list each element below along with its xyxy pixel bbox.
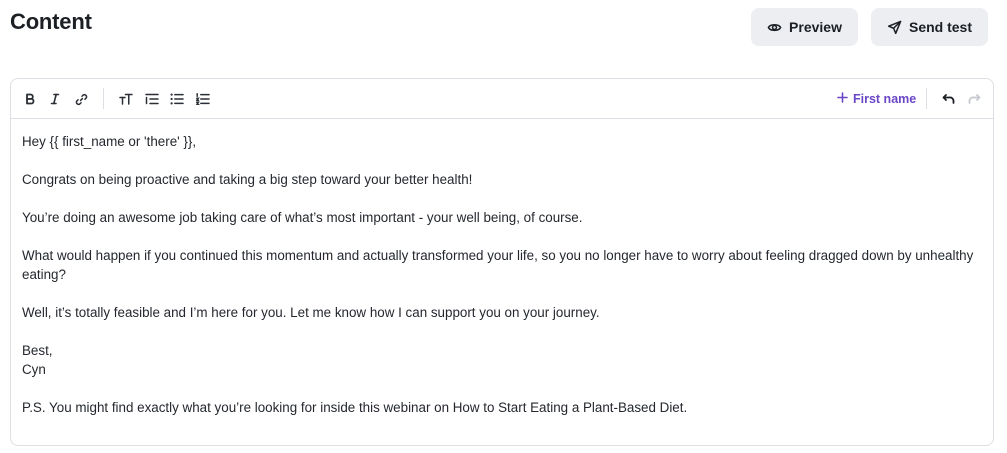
page-title: Content	[10, 9, 92, 34]
text-size-icon[interactable]	[115, 88, 137, 110]
italic-icon[interactable]	[44, 88, 66, 110]
greeting-line: Hey {{ first_name or 'there' }},	[22, 134, 197, 149]
insert-first-name-button[interactable]: First name	[837, 90, 916, 108]
signature-line: Cyn	[22, 362, 46, 377]
eye-icon	[767, 20, 782, 35]
body-paragraph: What would happen if you continued this …	[22, 248, 974, 282]
signoff-line: Best,	[22, 343, 53, 358]
send-test-button[interactable]: Send test	[871, 8, 988, 46]
body-paragraph: You’re doing an awesome job taking care …	[22, 210, 583, 225]
numbered-list-icon[interactable]	[192, 88, 214, 110]
first-name-label: First name	[853, 92, 917, 106]
preview-label: Preview	[789, 19, 842, 35]
indent-list-icon[interactable]	[141, 88, 163, 110]
bullet-list-icon[interactable]	[166, 88, 188, 110]
bold-icon[interactable]	[19, 88, 41, 110]
paper-plane-icon	[887, 20, 902, 35]
content-editor[interactable]: First name Hey {{ first_name or 'there' …	[10, 78, 994, 446]
postscript-line: P.S. You might find exactly what you’re …	[22, 400, 688, 415]
redo-icon[interactable]	[963, 88, 985, 110]
preview-button[interactable]: Preview	[751, 8, 858, 46]
plus-icon	[837, 92, 848, 106]
editor-toolbar: First name	[11, 79, 993, 119]
body-paragraph: Well, it’s totally feasible and I’m here…	[22, 305, 600, 320]
toolbar-divider	[103, 88, 104, 109]
toolbar-divider	[926, 88, 927, 109]
send-test-label: Send test	[908, 19, 972, 35]
body-paragraph: Congrats on being proactive and taking a…	[22, 172, 473, 187]
link-icon[interactable]	[70, 88, 92, 110]
undo-icon[interactable]	[937, 88, 959, 110]
email-body[interactable]: Hey {{ first_name or 'there' }}, Congrat…	[11, 119, 993, 417]
